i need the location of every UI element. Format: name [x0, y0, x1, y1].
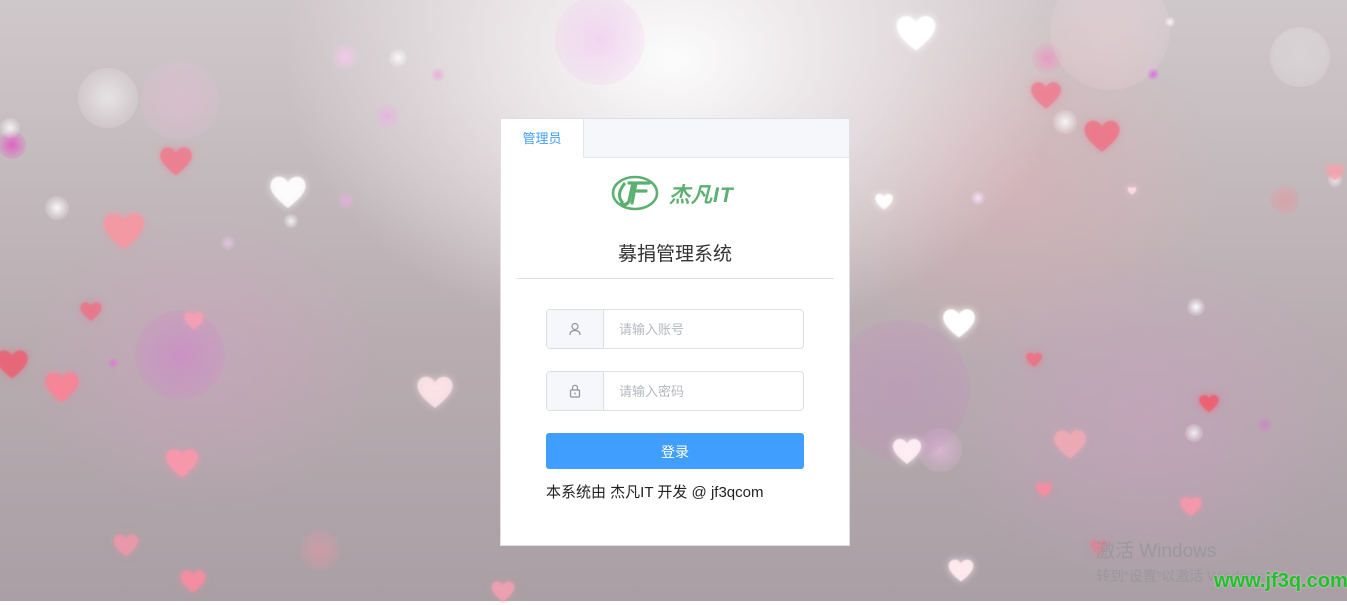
lock-icon — [569, 384, 581, 398]
tab-admin[interactable]: 管理员 — [501, 119, 584, 158]
password-prefix — [547, 372, 604, 410]
username-prefix — [547, 310, 604, 348]
jf-logo-icon — [611, 175, 659, 211]
activate-title: 激活 Windows — [1096, 541, 1217, 562]
password-field — [546, 371, 804, 411]
tab-bar: 管理员 — [501, 119, 849, 158]
brand-logo: 杰凡IT — [611, 173, 741, 213]
login-button[interactable]: 登录 — [546, 433, 804, 469]
user-icon — [569, 322, 581, 336]
footer-credit: 本系统由 杰凡IT 开发 @ jf3qcom — [546, 484, 764, 501]
username-input[interactable] — [604, 310, 803, 348]
password-input[interactable] — [604, 372, 803, 410]
divider — [517, 278, 834, 279]
login-card: 管理员 杰凡IT 募捐管理系统 登录 — [500, 118, 850, 546]
username-field — [546, 309, 804, 349]
brand-name: 杰凡IT — [669, 184, 734, 207]
system-title: 募捐管理系统 — [617, 244, 732, 265]
site-watermark: www.jf3q.com — [1214, 570, 1347, 592]
